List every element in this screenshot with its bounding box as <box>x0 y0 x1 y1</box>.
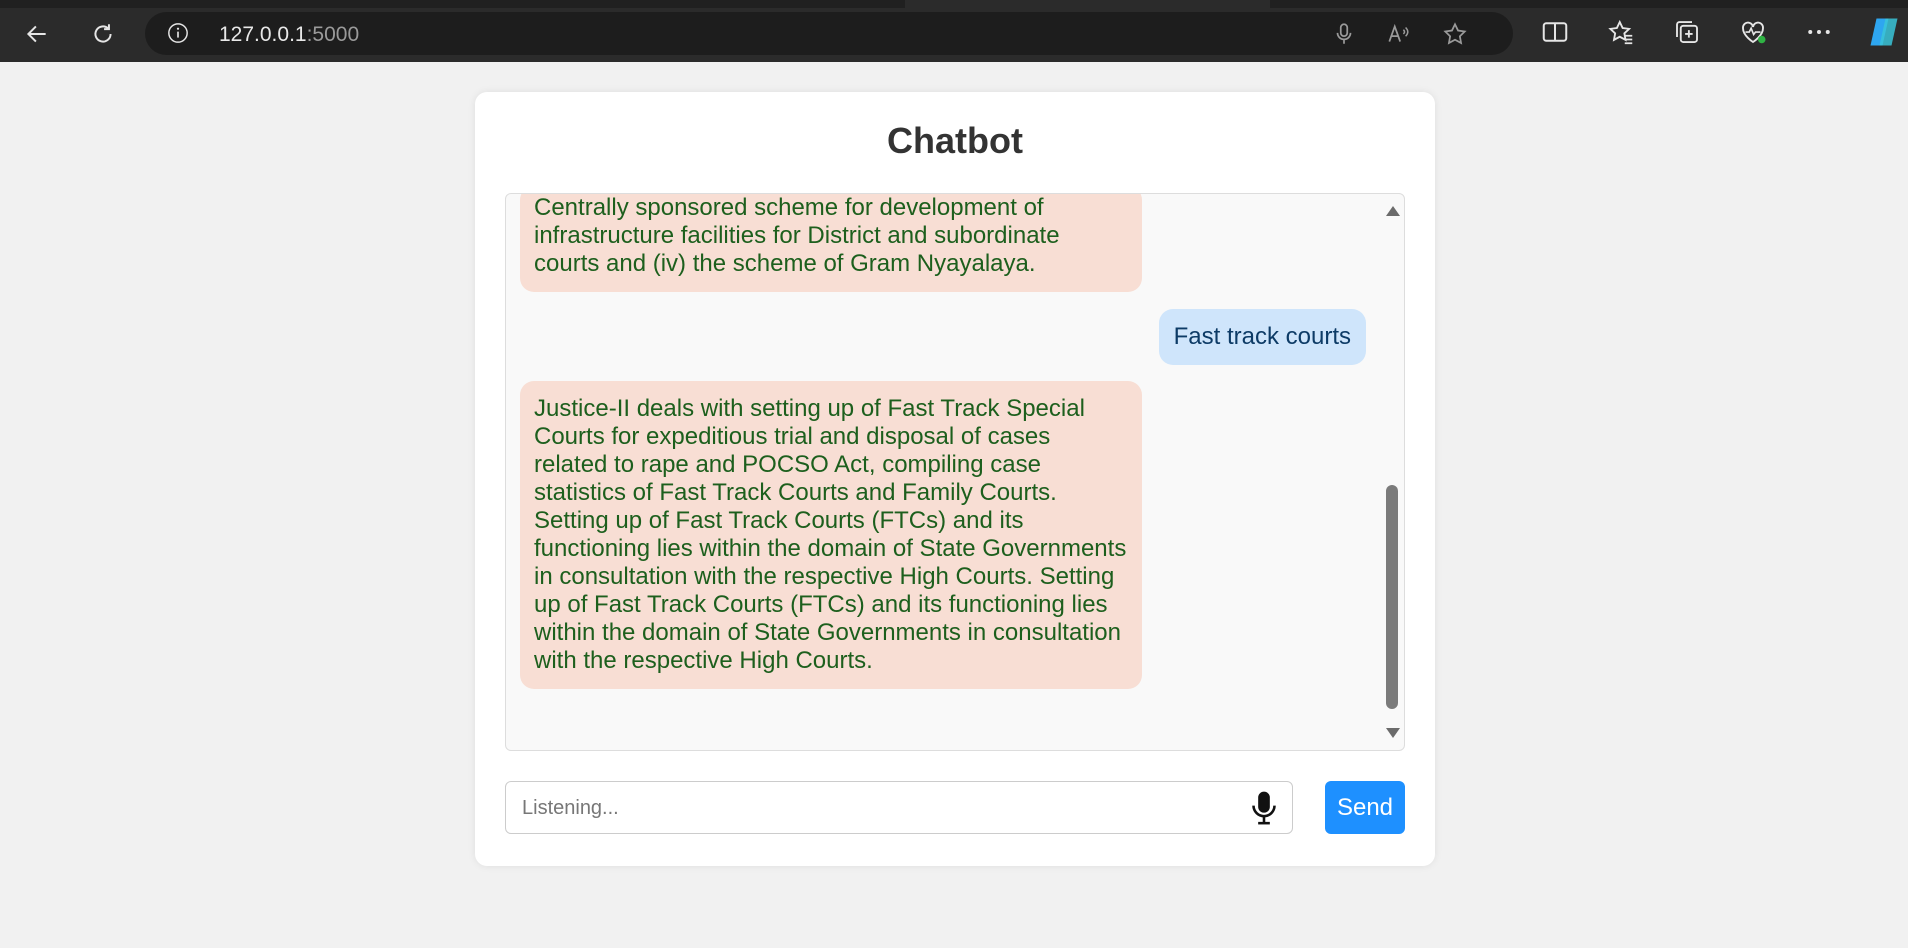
browser-essentials-icon[interactable] <box>1738 17 1768 47</box>
page-content: Chatbot Centrally sponsored scheme for d… <box>0 62 1908 948</box>
chat-messages[interactable]: Centrally sponsored scheme for developme… <box>505 193 1405 751</box>
favorite-star-icon[interactable] <box>1442 21 1468 47</box>
favorites-icon[interactable] <box>1606 17 1636 47</box>
info-icon[interactable] <box>167 22 189 44</box>
browser-toolbar: 127.0.0.1:5000 <box>0 0 1908 62</box>
microphone-icon[interactable] <box>1331 21 1357 47</box>
url-port: :5000 <box>306 23 360 46</box>
user-message: Fast track courts <box>1158 309 1366 365</box>
tab-strip <box>0 0 1908 8</box>
message-input[interactable] <box>520 782 1224 835</box>
url-host: 127.0.0.1 <box>219 23 307 46</box>
send-button[interactable]: Send <box>1325 781 1405 834</box>
bot-message: Justice-II deals with setting up of Fast… <box>520 381 1142 689</box>
refresh-icon[interactable] <box>86 17 120 51</box>
scroll-thumb[interactable] <box>1386 485 1398 709</box>
bot-message: Centrally sponsored scheme for developme… <box>520 194 1142 292</box>
active-tab[interactable] <box>905 0 1270 8</box>
copilot-icon[interactable] <box>1866 14 1902 50</box>
scroll-up-arrow-icon[interactable] <box>1386 206 1400 216</box>
chat-scrollbar[interactable] <box>1380 194 1404 750</box>
chatbot-card: Chatbot Centrally sponsored scheme for d… <box>475 92 1435 866</box>
address-bar[interactable]: 127.0.0.1:5000 <box>145 12 1513 55</box>
read-aloud-icon[interactable] <box>1385 21 1411 47</box>
collections-icon[interactable] <box>1672 17 1702 47</box>
split-screen-icon[interactable] <box>1540 17 1570 47</box>
scroll-down-arrow-icon[interactable] <box>1386 728 1400 738</box>
page-title: Chatbot <box>887 120 1023 161</box>
url-text[interactable]: 127.0.0.1:5000 <box>219 23 359 47</box>
more-options-icon[interactable] <box>1804 17 1834 47</box>
back-icon[interactable] <box>20 17 54 51</box>
microphone-icon[interactable] <box>1250 790 1278 826</box>
message-input-wrapper <box>505 781 1293 835</box>
